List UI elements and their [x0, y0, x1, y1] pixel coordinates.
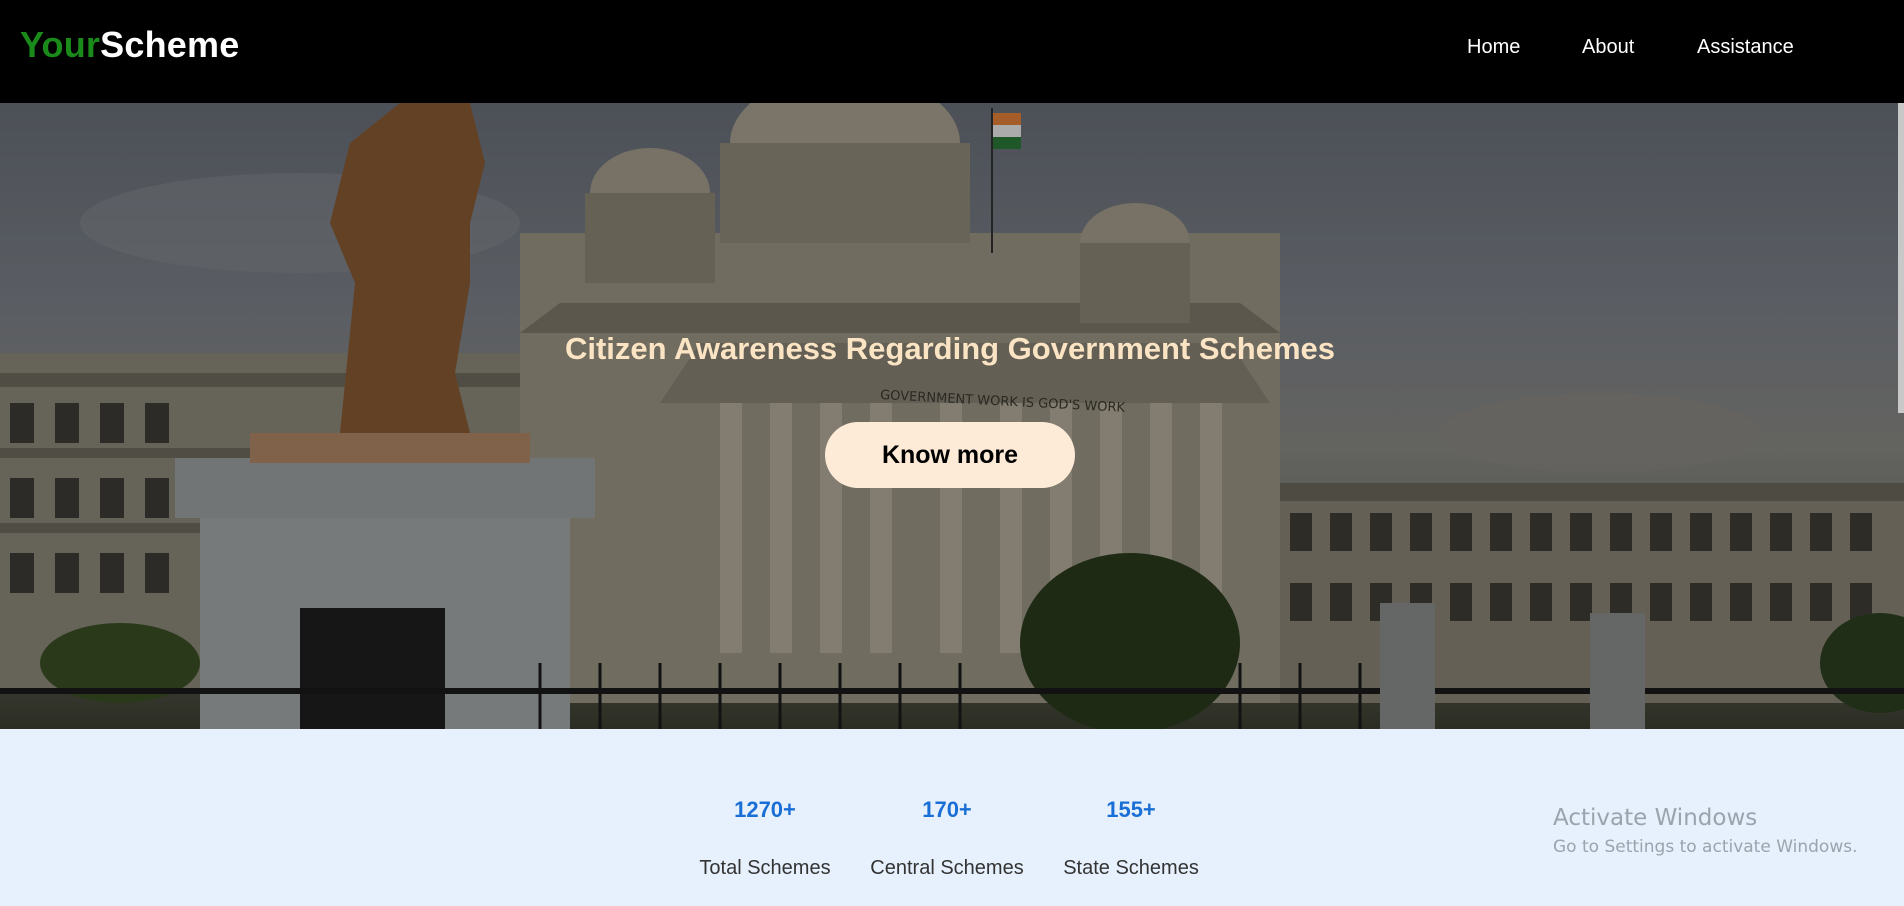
nav-home-link[interactable]: Home	[1467, 36, 1520, 59]
stat-total-value: 1270+	[734, 797, 796, 822]
top-navbar: YourScheme Home About Assistance	[0, 0, 1904, 103]
stat-central-value: 170+	[922, 797, 972, 822]
hero-title: Citizen Awareness Regarding Government S…	[564, 331, 1336, 366]
stat-state-label: State Schemes	[1063, 857, 1199, 879]
stat-state-value: 155+	[1106, 797, 1156, 822]
stat-total-label: Total Schemes	[699, 857, 831, 879]
brand-logo-part2: Scheme	[100, 24, 240, 65]
hero-section: GOVERNMENT WORK IS GOD'S WORK Citizen Aw…	[0, 103, 1904, 729]
watermark-line2: Go to Settings to activate Windows.	[1553, 837, 1858, 857]
watermark-line1: Activate Windows	[1553, 805, 1758, 831]
stat-central-label: Central Schemes	[870, 857, 1024, 879]
windows-activation-watermark: Activate Windows Go to Settings to activ…	[1553, 805, 1858, 857]
brand-logo[interactable]: YourScheme	[20, 24, 239, 66]
nav-assistance-link[interactable]: Assistance	[1697, 36, 1794, 59]
hero-dark-overlay	[0, 103, 1904, 729]
nav-about-link[interactable]: About	[1582, 36, 1634, 59]
page-scrollbar[interactable]	[1898, 103, 1904, 413]
brand-logo-part1: Your	[20, 24, 101, 65]
know-more-button[interactable]: Know more	[825, 422, 1075, 488]
